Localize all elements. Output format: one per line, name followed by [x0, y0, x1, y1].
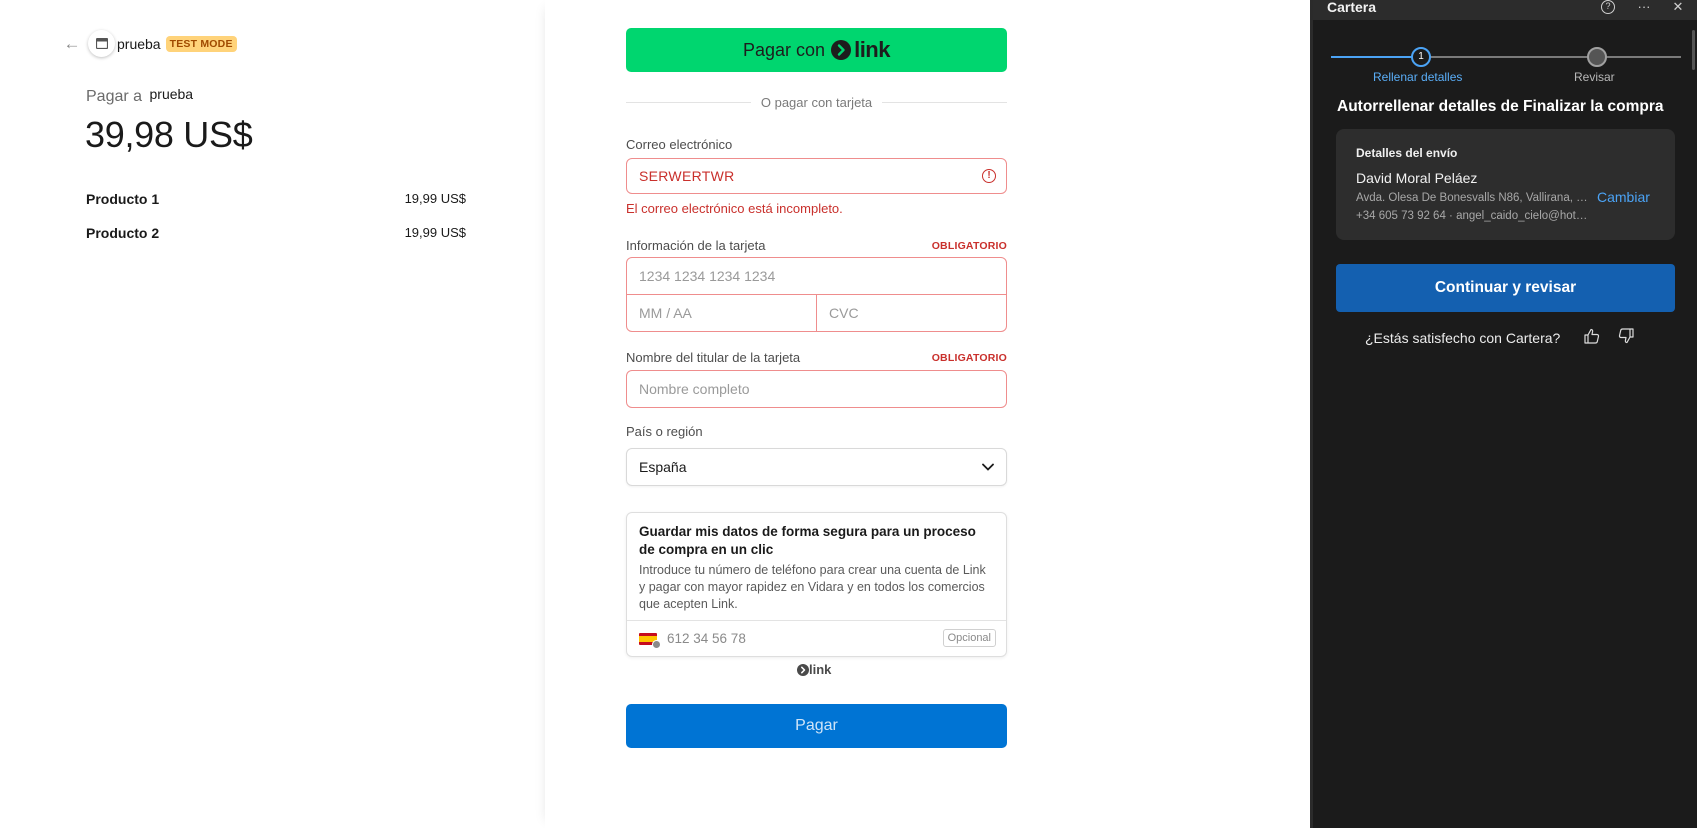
card-number-input[interactable]: 1234 1234 1234 1234 — [627, 258, 1006, 295]
email-label: Correo electrónico — [626, 137, 733, 152]
shipping-contact: +34 605 73 92 64 · angel_caido_cielo@hot… — [1356, 210, 1588, 222]
link-save-title: Guardar mis datos de forma segura para u… — [639, 524, 976, 557]
step-1-indicator: 1 — [1411, 47, 1431, 67]
progress-stepper: 1 Rellenar detalles Revisar — [1331, 46, 1681, 86]
card-expiry-placeholder: MM / AA — [639, 305, 692, 321]
card-cvc-input[interactable]: CVC — [817, 295, 1006, 331]
line-item-name: Producto 2 — [86, 225, 160, 241]
merchant-header: ← prueba TEST MODE — [62, 30, 237, 57]
thumbs-down-icon[interactable] — [1617, 327, 1635, 345]
pay-with-link-label: Pagar con — [743, 39, 826, 60]
pay-button[interactable]: Pagar — [626, 704, 1007, 748]
feedback-question: ¿Estás satisfecho con Cartera? — [1365, 330, 1561, 346]
wallet-header: Cartera ? ··· ✕ — [1313, 0, 1697, 20]
step-2-indicator — [1587, 47, 1607, 67]
total-amount: 39,98 US$ — [85, 114, 253, 155]
order-summary: ← prueba TEST MODE Pagar a prueba 39,98 … — [0, 0, 545, 828]
scrollbar[interactable] — [1692, 30, 1695, 70]
card-expiry-input[interactable]: MM / AA — [627, 295, 817, 331]
line-item-price: 19,99 US$ — [404, 225, 466, 240]
merchant-name: prueba — [117, 35, 161, 52]
cardholder-label: Nombre del titular de la tarjeta — [626, 350, 801, 365]
country-label: País o región — [626, 424, 703, 439]
email-error-message: El correo electrónico está incompleto. — [626, 201, 843, 216]
or-pay-with-card-divider: O pagar con tarjeta — [626, 95, 1008, 110]
payment-form: Pagar con link O pagar con tarjeta Corre… — [545, 0, 1310, 828]
optional-tag: Opcional — [942, 629, 996, 647]
shipping-name: David Moral Peláez — [1356, 170, 1478, 186]
autofill-heading: Autorrellenar detalles de Finalizar la c… — [1337, 98, 1664, 115]
link-chevron-icon — [797, 663, 809, 676]
link-logo: link — [831, 37, 890, 63]
cardholder-input[interactable]: Nombre completo — [626, 370, 1007, 408]
pay-with-link-button[interactable]: Pagar con link — [626, 28, 1007, 72]
thumbs-up-icon[interactable] — [1583, 327, 1601, 345]
shipping-details-card: Detalles del envío David Moral Peláez Av… — [1336, 129, 1675, 240]
card-required-tag: OBLIGATORIO — [931, 240, 1007, 252]
step-2-label: Revisar — [1574, 70, 1615, 84]
close-icon[interactable]: ✕ — [1669, 0, 1687, 16]
link-logo-word: link — [854, 37, 890, 62]
checkout-page: ← prueba TEST MODE Pagar a prueba 39,98 … — [0, 0, 1697, 828]
shipping-title: Detalles del envío — [1356, 146, 1458, 160]
card-info-group: 1234 1234 1234 1234 MM / AA CVC — [626, 257, 1007, 332]
line-item: Producto 1 19,99 US$ — [86, 191, 466, 207]
cardholder-placeholder: Nombre completo — [639, 381, 750, 397]
link-footer: link — [797, 662, 831, 677]
pay-to-merchant: prueba — [149, 86, 194, 102]
cardholder-required-tag: OBLIGATORIO — [931, 352, 1007, 364]
wallet-title: Cartera — [1327, 0, 1377, 15]
email-field[interactable]: SERWERTWR ! — [626, 158, 1007, 194]
test-mode-badge: TEST MODE — [165, 35, 237, 52]
link-save-description: Introduce tu número de teléfono para cre… — [639, 563, 986, 611]
card-number-placeholder: 1234 1234 1234 1234 — [639, 268, 776, 284]
error-icon: ! — [982, 169, 996, 183]
divider-text: O pagar con tarjeta — [760, 95, 873, 110]
email-value: SERWERTWR — [639, 168, 735, 184]
feedback-buttons — [1583, 327, 1635, 345]
link-footer-word: link — [809, 662, 832, 677]
link-chevron-icon — [831, 40, 852, 60]
change-shipping-link[interactable]: Cambiar — [1597, 189, 1650, 205]
shipping-address: Avda. Olesa De Bonesvalls N86, Vallirana… — [1356, 192, 1588, 204]
step-1-label: Rellenar detalles — [1373, 70, 1463, 84]
spain-flag-icon[interactable] — [639, 632, 661, 649]
store-icon — [88, 30, 115, 57]
line-item: Producto 2 19,99 US$ — [86, 225, 466, 241]
card-cvc-placeholder: CVC — [829, 305, 859, 321]
chevron-down-icon — [982, 463, 994, 471]
line-item-name: Producto 1 — [86, 191, 160, 207]
wallet-panel: Cartera ? ··· ✕ 1 Rellenar detalles Revi… — [1310, 0, 1697, 828]
pay-to-label: Pagar a — [86, 88, 143, 105]
phone-placeholder: 612 34 56 78 — [667, 631, 746, 646]
continue-review-button[interactable]: Continuar y revisar — [1336, 264, 1675, 312]
help-icon[interactable]: ? — [1601, 0, 1619, 16]
phone-input[interactable]: 612 34 56 78 Opcional — [627, 620, 1006, 656]
link-save-box: Guardar mis datos de forma segura para u… — [626, 512, 1007, 657]
country-select[interactable]: España — [626, 448, 1007, 486]
more-options-icon[interactable]: ··· — [1635, 0, 1653, 16]
pay-to-line: Pagar a prueba — [86, 86, 194, 106]
country-value: España — [639, 459, 687, 475]
back-arrow-icon[interactable]: ← — [62, 34, 82, 54]
card-info-label: Información de la tarjeta — [626, 238, 766, 253]
line-item-price: 19,99 US$ — [404, 191, 466, 206]
